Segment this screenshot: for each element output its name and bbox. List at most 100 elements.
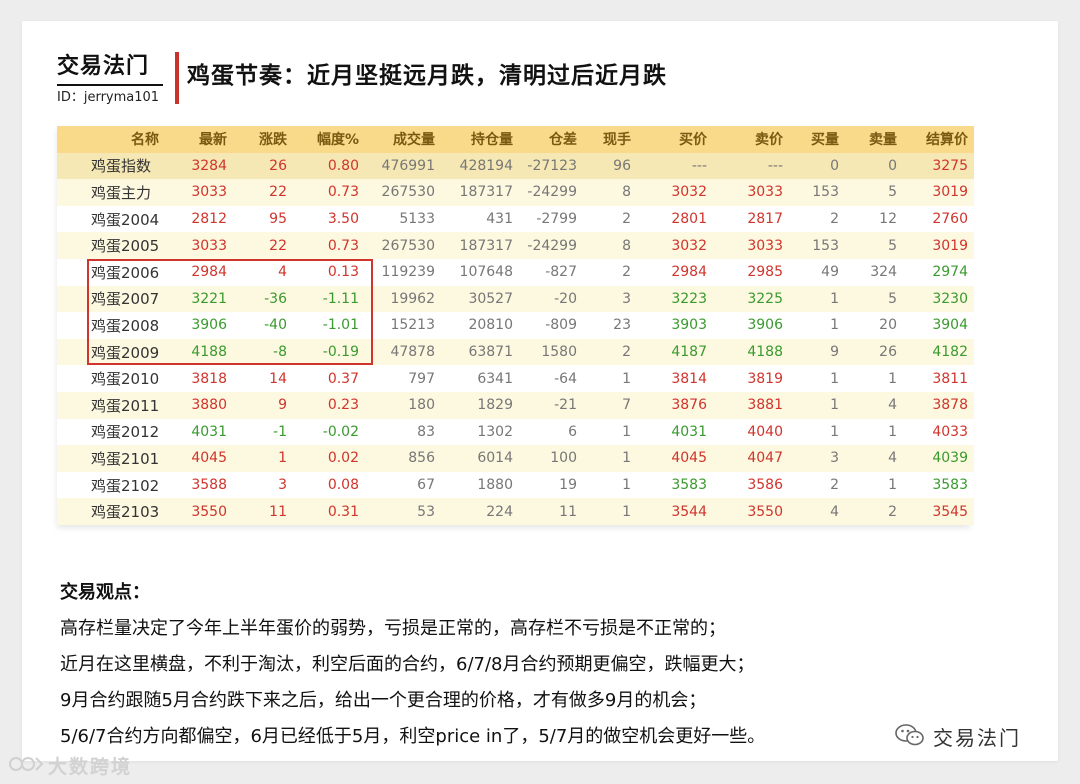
- cell-ask: 4040: [747, 423, 783, 440]
- cell-bid: 3876: [671, 397, 707, 414]
- cell-chg: 1: [278, 450, 287, 467]
- cell-chg: -1: [273, 423, 287, 440]
- column-header: 持仓量: [471, 132, 513, 149]
- watermark: 大数跨境: [8, 752, 132, 779]
- cell-hand: 8: [622, 237, 631, 254]
- cell-oi: 187317: [459, 184, 513, 201]
- cell-ask-qty: 1: [888, 370, 897, 387]
- cell-vol: 47878: [390, 344, 435, 361]
- column-header: 卖价: [755, 132, 783, 149]
- cell-chg: -36: [264, 290, 287, 307]
- cell-oi: 30527: [468, 290, 513, 307]
- column-header: 仓差: [549, 132, 577, 149]
- cell-oi-chg: 11: [559, 503, 577, 520]
- cell-ask: ---: [767, 157, 783, 174]
- cell-chg: 22: [269, 237, 287, 254]
- table-row[interactable]: 鸡蛋指数 3284 26 0.80 476991 428194 -27123 96 --- ---…: [57, 152, 974, 180]
- cell-hand: 96: [613, 157, 631, 174]
- cell-ask: 3550: [747, 503, 783, 520]
- table-row[interactable]: 鸡蛋2012 4031 -1 -0.02 83 1302 6 1 4031 4040 1 1 4033: [57, 418, 974, 446]
- cell-last: 3221: [191, 290, 227, 307]
- cell-oi-chg: -24299: [527, 237, 577, 254]
- table-row[interactable]: 鸡蛋2103 3550 11 0.31 53 224 11 1 3544 3550 4 2 3545: [57, 498, 974, 525]
- cell-ask-qty: 4: [888, 450, 897, 467]
- cell-settle: 3878: [932, 397, 968, 414]
- cell-bid: 2984: [671, 264, 707, 281]
- watermark-logo-icon: [8, 753, 44, 779]
- cell-name: 鸡蛋2010: [91, 370, 160, 389]
- cell-bid-qty: 1: [830, 370, 839, 387]
- cell-hand: 2: [622, 344, 631, 361]
- table-row[interactable]: 鸡蛋2009 4188 -8 -0.19 47878 63871 1580 2 4187 4188…: [57, 338, 974, 366]
- cell-bid-qty: 1: [830, 290, 839, 307]
- table-row[interactable]: 鸡蛋2008 3906 -40 -1.01 15213 20810 -809 23 3903 39…: [57, 312, 974, 339]
- cell-ask: 3906: [747, 317, 783, 334]
- cell-pct: 0.02: [327, 450, 359, 467]
- table-row[interactable]: 鸡蛋2006 2984 4 0.13 119239 107648 -827 2 2984 2985…: [57, 258, 974, 286]
- column-header: 涨跌: [259, 132, 287, 149]
- table-row[interactable]: 鸡蛋2102 3588 3 0.08 67 1880 19 1 3583 3586 2 1 3583: [57, 471, 974, 499]
- cell-oi: 187317: [459, 237, 513, 254]
- cell-oi: 431: [486, 211, 513, 228]
- cell-name: 鸡蛋2006: [91, 263, 160, 282]
- cell-last: 4045: [191, 450, 227, 467]
- cell-bid-qty: 2: [830, 477, 839, 494]
- cell-settle: 3583: [932, 477, 968, 494]
- table-row[interactable]: 鸡蛋2101 4045 1 0.02 856 6014 100 1 4045 4047 3 4 4039: [57, 445, 974, 472]
- view-line: 9月合约跟随5月合约跌下来之后，给出一个更合理的价格，才有做多9月的机会；: [60, 690, 707, 711]
- cell-name: 鸡蛋2012: [91, 423, 160, 442]
- cell-oi-chg: -2799: [536, 211, 577, 228]
- cell-bid-qty: 4: [830, 503, 839, 520]
- cell-settle: 3811: [932, 370, 968, 387]
- cell-pct: 0.73: [327, 237, 359, 254]
- cell-name: 鸡蛋指数: [91, 157, 152, 176]
- view-line: 高存栏量决定了今年上半年蛋价的弱势，亏损是正常的，高存栏不亏损是不正常的；: [60, 618, 726, 639]
- cell-oi-chg: 19: [559, 477, 577, 494]
- cell-oi-chg: -27123: [527, 157, 577, 174]
- cell-chg: 95: [269, 211, 287, 228]
- cell-bid: 3583: [671, 477, 707, 494]
- cell-last: 3906: [191, 317, 227, 334]
- cell-chg: 11: [269, 503, 287, 520]
- cell-vol: 267530: [381, 184, 435, 201]
- column-header: 幅度%: [316, 132, 359, 149]
- cell-settle: 2760: [932, 211, 968, 228]
- cell-last: 4188: [191, 344, 227, 361]
- cell-bid: 2801: [671, 211, 707, 228]
- cell-name: 鸡蛋2103: [91, 503, 160, 522]
- table-row[interactable]: 鸡蛋2011 3880 9 0.23 180 1829 -21 7 3876 3881 1 4 3878: [57, 391, 974, 419]
- cell-oi-chg: 100: [550, 450, 577, 467]
- cell-ask-qty: 5: [888, 237, 897, 254]
- cell-vol: 83: [417, 423, 435, 440]
- cell-ask-qty: 1: [888, 423, 897, 440]
- cell-bid: 3544: [671, 503, 707, 520]
- cell-name: 鸡蛋2009: [91, 343, 160, 362]
- table-row[interactable]: 鸡蛋2004 2812 95 3.50 5133 431 -2799 2 2801 2817 2 12…: [57, 205, 974, 233]
- table-row[interactable]: 鸡蛋2005 3033 22 0.73 267530 187317 -24299 8 3032 3…: [57, 232, 974, 259]
- cell-oi: 1829: [477, 397, 513, 414]
- cell-name: 鸡蛋2102: [91, 476, 160, 495]
- cell-oi: 6341: [477, 370, 513, 387]
- cell-ask: 3033: [747, 237, 783, 254]
- cell-hand: 1: [622, 370, 631, 387]
- cell-ask: 3819: [747, 370, 783, 387]
- table-row[interactable]: 鸡蛋2007 3221 -36 -1.11 19962 30527 -20 3 3223 3225…: [57, 285, 974, 313]
- cell-oi-chg: -24299: [527, 184, 577, 201]
- cell-name: 鸡蛋2007: [91, 290, 160, 309]
- brand-id: ID：jerryma101: [57, 90, 160, 105]
- cell-oi: 428194: [459, 157, 513, 174]
- cell-hand: 8: [622, 184, 631, 201]
- cell-settle: 3230: [932, 290, 968, 307]
- cell-hand: 3: [622, 290, 631, 307]
- cell-name: 鸡蛋主力: [91, 183, 152, 202]
- cell-bid: 4031: [671, 423, 707, 440]
- cell-last: 3588: [191, 477, 227, 494]
- cell-pct: -0.02: [322, 423, 359, 440]
- table-row[interactable]: 鸡蛋主力 3033 22 0.73 267530 187317 -24299 8 3032 303…: [57, 179, 974, 206]
- table-row[interactable]: 鸡蛋2010 3818 14 0.37 797 6341 -64 1 3814 3819 1 1 381…: [57, 365, 974, 392]
- cell-oi-chg: -809: [545, 317, 577, 334]
- cell-bid: 3032: [671, 237, 707, 254]
- cell-oi: 224: [486, 503, 513, 520]
- cell-last: 3033: [191, 237, 227, 254]
- cell-oi-chg: -64: [554, 370, 577, 387]
